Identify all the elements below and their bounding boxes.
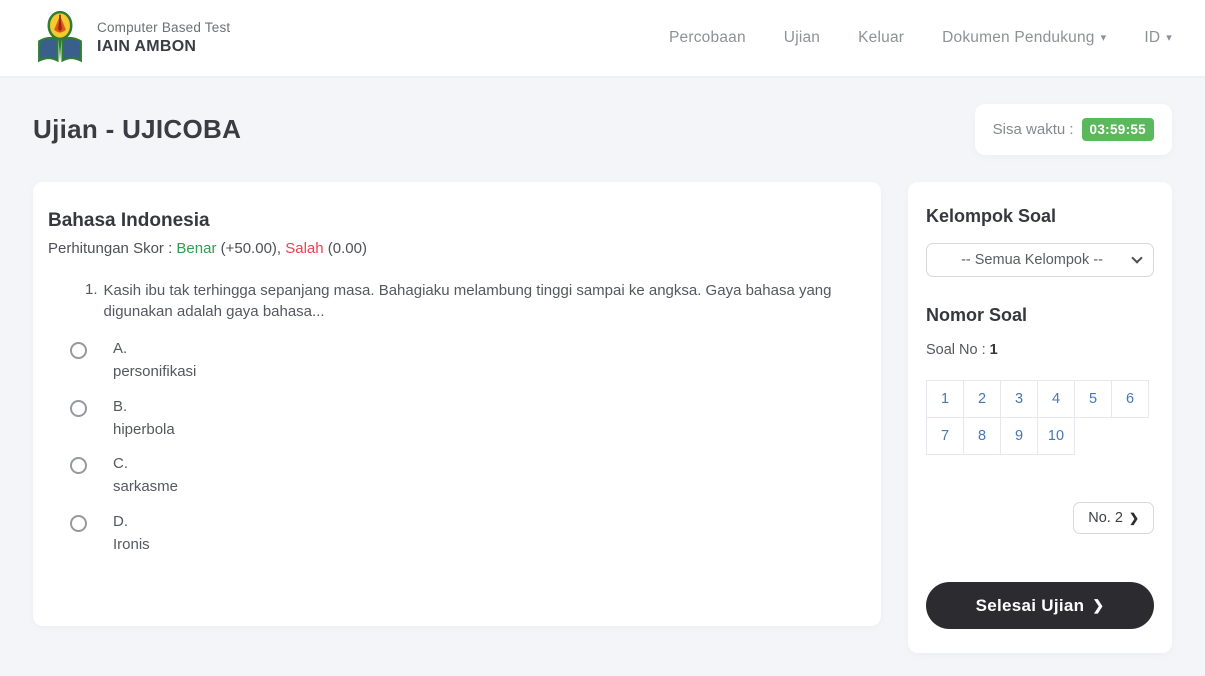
nav-item[interactable]: Percobaan: [669, 29, 746, 47]
question-number-cell[interactable]: 5: [1074, 380, 1112, 418]
question-number-cell[interactable]: 1: [926, 380, 964, 418]
question-number-cell[interactable]: 9: [1000, 417, 1038, 455]
next-question-label: No. 2: [1088, 510, 1123, 526]
answer-option-row: C. sarkasme: [70, 455, 865, 497]
option-letter: D.: [113, 512, 128, 530]
score-line: Perhitungan Skor : Benar (+50.00), Salah…: [48, 240, 865, 257]
answer-radio[interactable]: [70, 514, 87, 532]
option-letter: A.: [113, 340, 128, 358]
exam-card: Bahasa Indonesia Perhitungan Skor : Bena…: [33, 182, 881, 627]
brand-subtitle: Computer Based Test: [97, 20, 231, 35]
question-number-cell[interactable]: 10: [1037, 417, 1075, 455]
nav-item-label: Dokumen Pendukung: [942, 29, 1095, 46]
brand: Computer Based Test IAIN AMBON: [35, 11, 230, 65]
question-text: Kasih ibu tak terhingga sepanjang masa. …: [103, 282, 832, 320]
nav-item[interactable]: Ujian: [784, 29, 820, 47]
finish-exam-button[interactable]: Selesai Ujian ❯: [926, 582, 1154, 629]
question-block: 1. Kasih ibu tak terhingga sepanjang mas…: [48, 281, 865, 322]
caret-down-icon: ▾: [1100, 31, 1107, 44]
score-salah-value: (0.00): [323, 240, 367, 257]
nav-links: Percobaan Ujian Keluar Dokumen Pendukung…: [669, 29, 1172, 47]
answer-radio[interactable]: [70, 342, 87, 360]
option-text[interactable]: sarkasme: [113, 477, 178, 497]
answer-radio[interactable]: [70, 457, 87, 475]
current-question-label: Soal No :: [926, 342, 990, 358]
question-nav-sidebar: Kelompok Soal -- Semua Kelompok -- Nomor…: [908, 182, 1172, 653]
chevron-right-icon: ❯: [1128, 511, 1139, 525]
score-prefix: Perhitungan Skor :: [48, 240, 177, 257]
score-salah-label: Salah: [285, 240, 324, 257]
answer-option-row: A. personifikasi: [70, 340, 865, 382]
timer-card: Sisa waktu : 03:59:55: [974, 104, 1172, 155]
nav-item-label: ID: [1144, 29, 1161, 46]
score-benar-label: Benar: [176, 240, 217, 257]
nomor-soal-heading: Nomor Soal: [926, 305, 1028, 325]
answer-option-row: B. hiperbola: [70, 398, 865, 440]
chevron-right-icon: ❯: [1092, 597, 1105, 613]
iain-ambon-logo-icon: [38, 11, 82, 63]
question-number-grid: 1 2 3 4 5 6 7 8 9 10: [926, 380, 1155, 455]
score-benar-value: (+50.00),: [216, 240, 286, 257]
nav-item-label: Keluar: [858, 29, 905, 46]
next-question-button[interactable]: No. 2 ❯: [1073, 502, 1154, 534]
nav-item-label: Percobaan: [669, 29, 746, 46]
question-number-cell[interactable]: 6: [1111, 380, 1149, 418]
page-title: Ujian - UJICOBA: [33, 114, 242, 144]
question-number-cell[interactable]: 7: [926, 417, 964, 455]
subject-title: Bahasa Indonesia: [48, 210, 210, 231]
nav-item[interactable]: Keluar: [858, 29, 904, 47]
question-number-cell[interactable]: 2: [963, 380, 1001, 418]
question-number-cell[interactable]: 4: [1037, 380, 1075, 418]
kelompok-select[interactable]: -- Semua Kelompok --: [926, 243, 1154, 277]
answer-options: A. personifikasi B. hiperbola C. sarkasm…: [70, 340, 865, 554]
current-question-value: 1: [989, 342, 998, 358]
kelompok-select-wrap: -- Semua Kelompok --: [926, 243, 1154, 277]
nav-item[interactable]: ID ▾: [1144, 29, 1172, 47]
brand-title: IAIN AMBON: [97, 38, 197, 55]
option-letter: B.: [113, 397, 128, 415]
option-text[interactable]: Ironis: [113, 535, 150, 555]
question-number-cell[interactable]: 8: [963, 417, 1001, 455]
option-letter: C.: [113, 455, 128, 473]
question-number: 1.: [85, 281, 98, 298]
timer-badge: 03:59:55: [1081, 118, 1154, 141]
nav-item-label: Ujian: [783, 29, 821, 46]
top-navbar: Computer Based Test IAIN AMBON Percobaan…: [0, 0, 1205, 76]
option-text[interactable]: personifikasi: [113, 362, 196, 382]
finish-exam-label: Selesai Ujian: [975, 595, 1085, 615]
answer-option-row: D. Ironis: [70, 513, 865, 555]
answer-radio[interactable]: [70, 399, 87, 417]
kelompok-soal-heading: Kelompok Soal: [926, 206, 1057, 226]
timer-label: Sisa waktu :: [992, 121, 1074, 138]
caret-down-icon: ▾: [1166, 31, 1172, 44]
question-number-cell[interactable]: 3: [1000, 380, 1038, 418]
option-text[interactable]: hiperbola: [113, 420, 175, 440]
nav-item[interactable]: Dokumen Pendukung ▾: [942, 29, 1106, 47]
current-question-indicator: Soal No : 1: [926, 342, 1154, 358]
